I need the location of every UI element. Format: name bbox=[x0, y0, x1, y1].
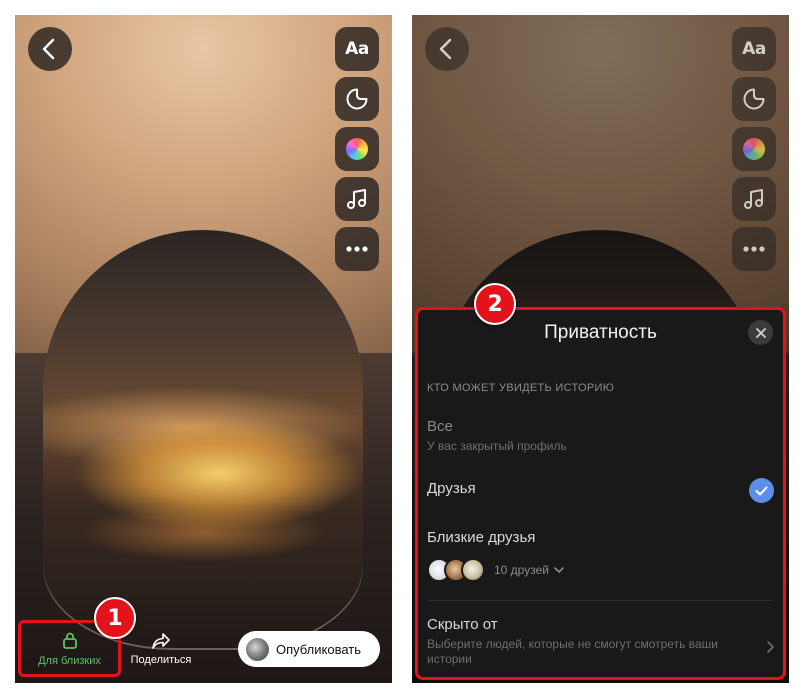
privacy-option-close-friends[interactable]: Близкие друзья bbox=[427, 529, 774, 546]
option-title: Друзья bbox=[427, 480, 476, 497]
color-tool-button[interactable] bbox=[732, 127, 776, 171]
more-icon bbox=[346, 246, 368, 252]
option-title: Все bbox=[427, 418, 453, 435]
avatar bbox=[246, 637, 269, 661]
close-friends-label: Для близких bbox=[38, 654, 101, 667]
music-tool-button[interactable] bbox=[732, 177, 776, 221]
back-button[interactable] bbox=[28, 27, 72, 71]
story-photo-crystal-ball bbox=[43, 230, 363, 650]
section-header: КТО МОЖЕТ УВИДЕТЬ ИСТОРИЮ bbox=[427, 382, 615, 394]
option-subtitle: Выберите людей, которые не смогут смотре… bbox=[427, 637, 718, 666]
share-icon bbox=[152, 633, 170, 649]
text-tool-button[interactable]: Aa bbox=[335, 27, 379, 71]
more-tool-button[interactable] bbox=[732, 227, 776, 271]
sticker-tool-button[interactable] bbox=[335, 77, 379, 121]
text-icon: Aa bbox=[742, 39, 766, 59]
back-icon bbox=[42, 38, 55, 60]
text-icon: Aa bbox=[345, 39, 369, 59]
chevron-down-icon bbox=[554, 567, 564, 573]
avatar bbox=[461, 558, 485, 582]
back-button[interactable] bbox=[425, 27, 469, 71]
privacy-sheet: Приватность КТО МОЖЕТ УВИДЕТЬ ИСТОРИЮ Вс… bbox=[415, 307, 786, 680]
chevron-right-icon bbox=[767, 641, 774, 653]
more-tool-button[interactable] bbox=[335, 227, 379, 271]
lock-icon bbox=[62, 632, 77, 649]
sticker-icon bbox=[346, 88, 368, 110]
privacy-option-hidden-from[interactable]: Скрыто от Выберите людей, которые не смо… bbox=[427, 616, 774, 667]
share-button[interactable]: Поделиться bbox=[127, 625, 195, 673]
friends-count: 10 друзей bbox=[494, 563, 549, 577]
sticker-icon bbox=[743, 88, 765, 110]
step-badge-2: 2 bbox=[474, 283, 516, 325]
privacy-option-friends[interactable]: Друзья bbox=[427, 478, 774, 503]
bottom-action-bar: Для близких Поделиться Опубликовать bbox=[15, 613, 392, 683]
close-friends-list[interactable]: 10 друзей bbox=[427, 558, 564, 582]
editor-tools: Aa bbox=[732, 27, 776, 277]
sticker-tool-button[interactable] bbox=[732, 77, 776, 121]
close-icon bbox=[755, 327, 766, 338]
sheet-title: Приватность bbox=[544, 322, 657, 343]
privacy-screen: Aa Приватность КТО МОЖЕТ УВИДЕТЬ ИСТОРИЮ… bbox=[412, 15, 789, 683]
music-icon bbox=[744, 189, 763, 209]
back-icon bbox=[439, 38, 452, 60]
story-editor-screen: Aa Для близких Поделиться Опубликовать bbox=[15, 15, 392, 683]
music-tool-button[interactable] bbox=[335, 177, 379, 221]
music-icon bbox=[347, 189, 366, 209]
publish-button[interactable]: Опубликовать bbox=[238, 631, 380, 667]
option-title: Скрыто от bbox=[427, 616, 498, 633]
step-badge-1: 1 bbox=[94, 597, 136, 639]
option-title: Близкие друзья bbox=[427, 529, 536, 546]
text-tool-button[interactable]: Aa bbox=[732, 27, 776, 71]
option-subtitle: У вас закрытый профиль bbox=[427, 439, 567, 453]
close-sheet-button[interactable] bbox=[748, 320, 773, 345]
color-tool-button[interactable] bbox=[335, 127, 379, 171]
color-wheel-icon bbox=[743, 138, 765, 160]
publish-label: Опубликовать bbox=[276, 641, 362, 657]
divider bbox=[427, 600, 774, 601]
share-label: Поделиться bbox=[130, 654, 192, 666]
editor-tools: Aa bbox=[335, 27, 379, 277]
more-icon bbox=[743, 246, 765, 252]
check-icon bbox=[749, 478, 774, 503]
color-wheel-icon bbox=[346, 138, 368, 160]
privacy-option-all[interactable]: Все У вас закрытый профиль bbox=[427, 418, 774, 454]
